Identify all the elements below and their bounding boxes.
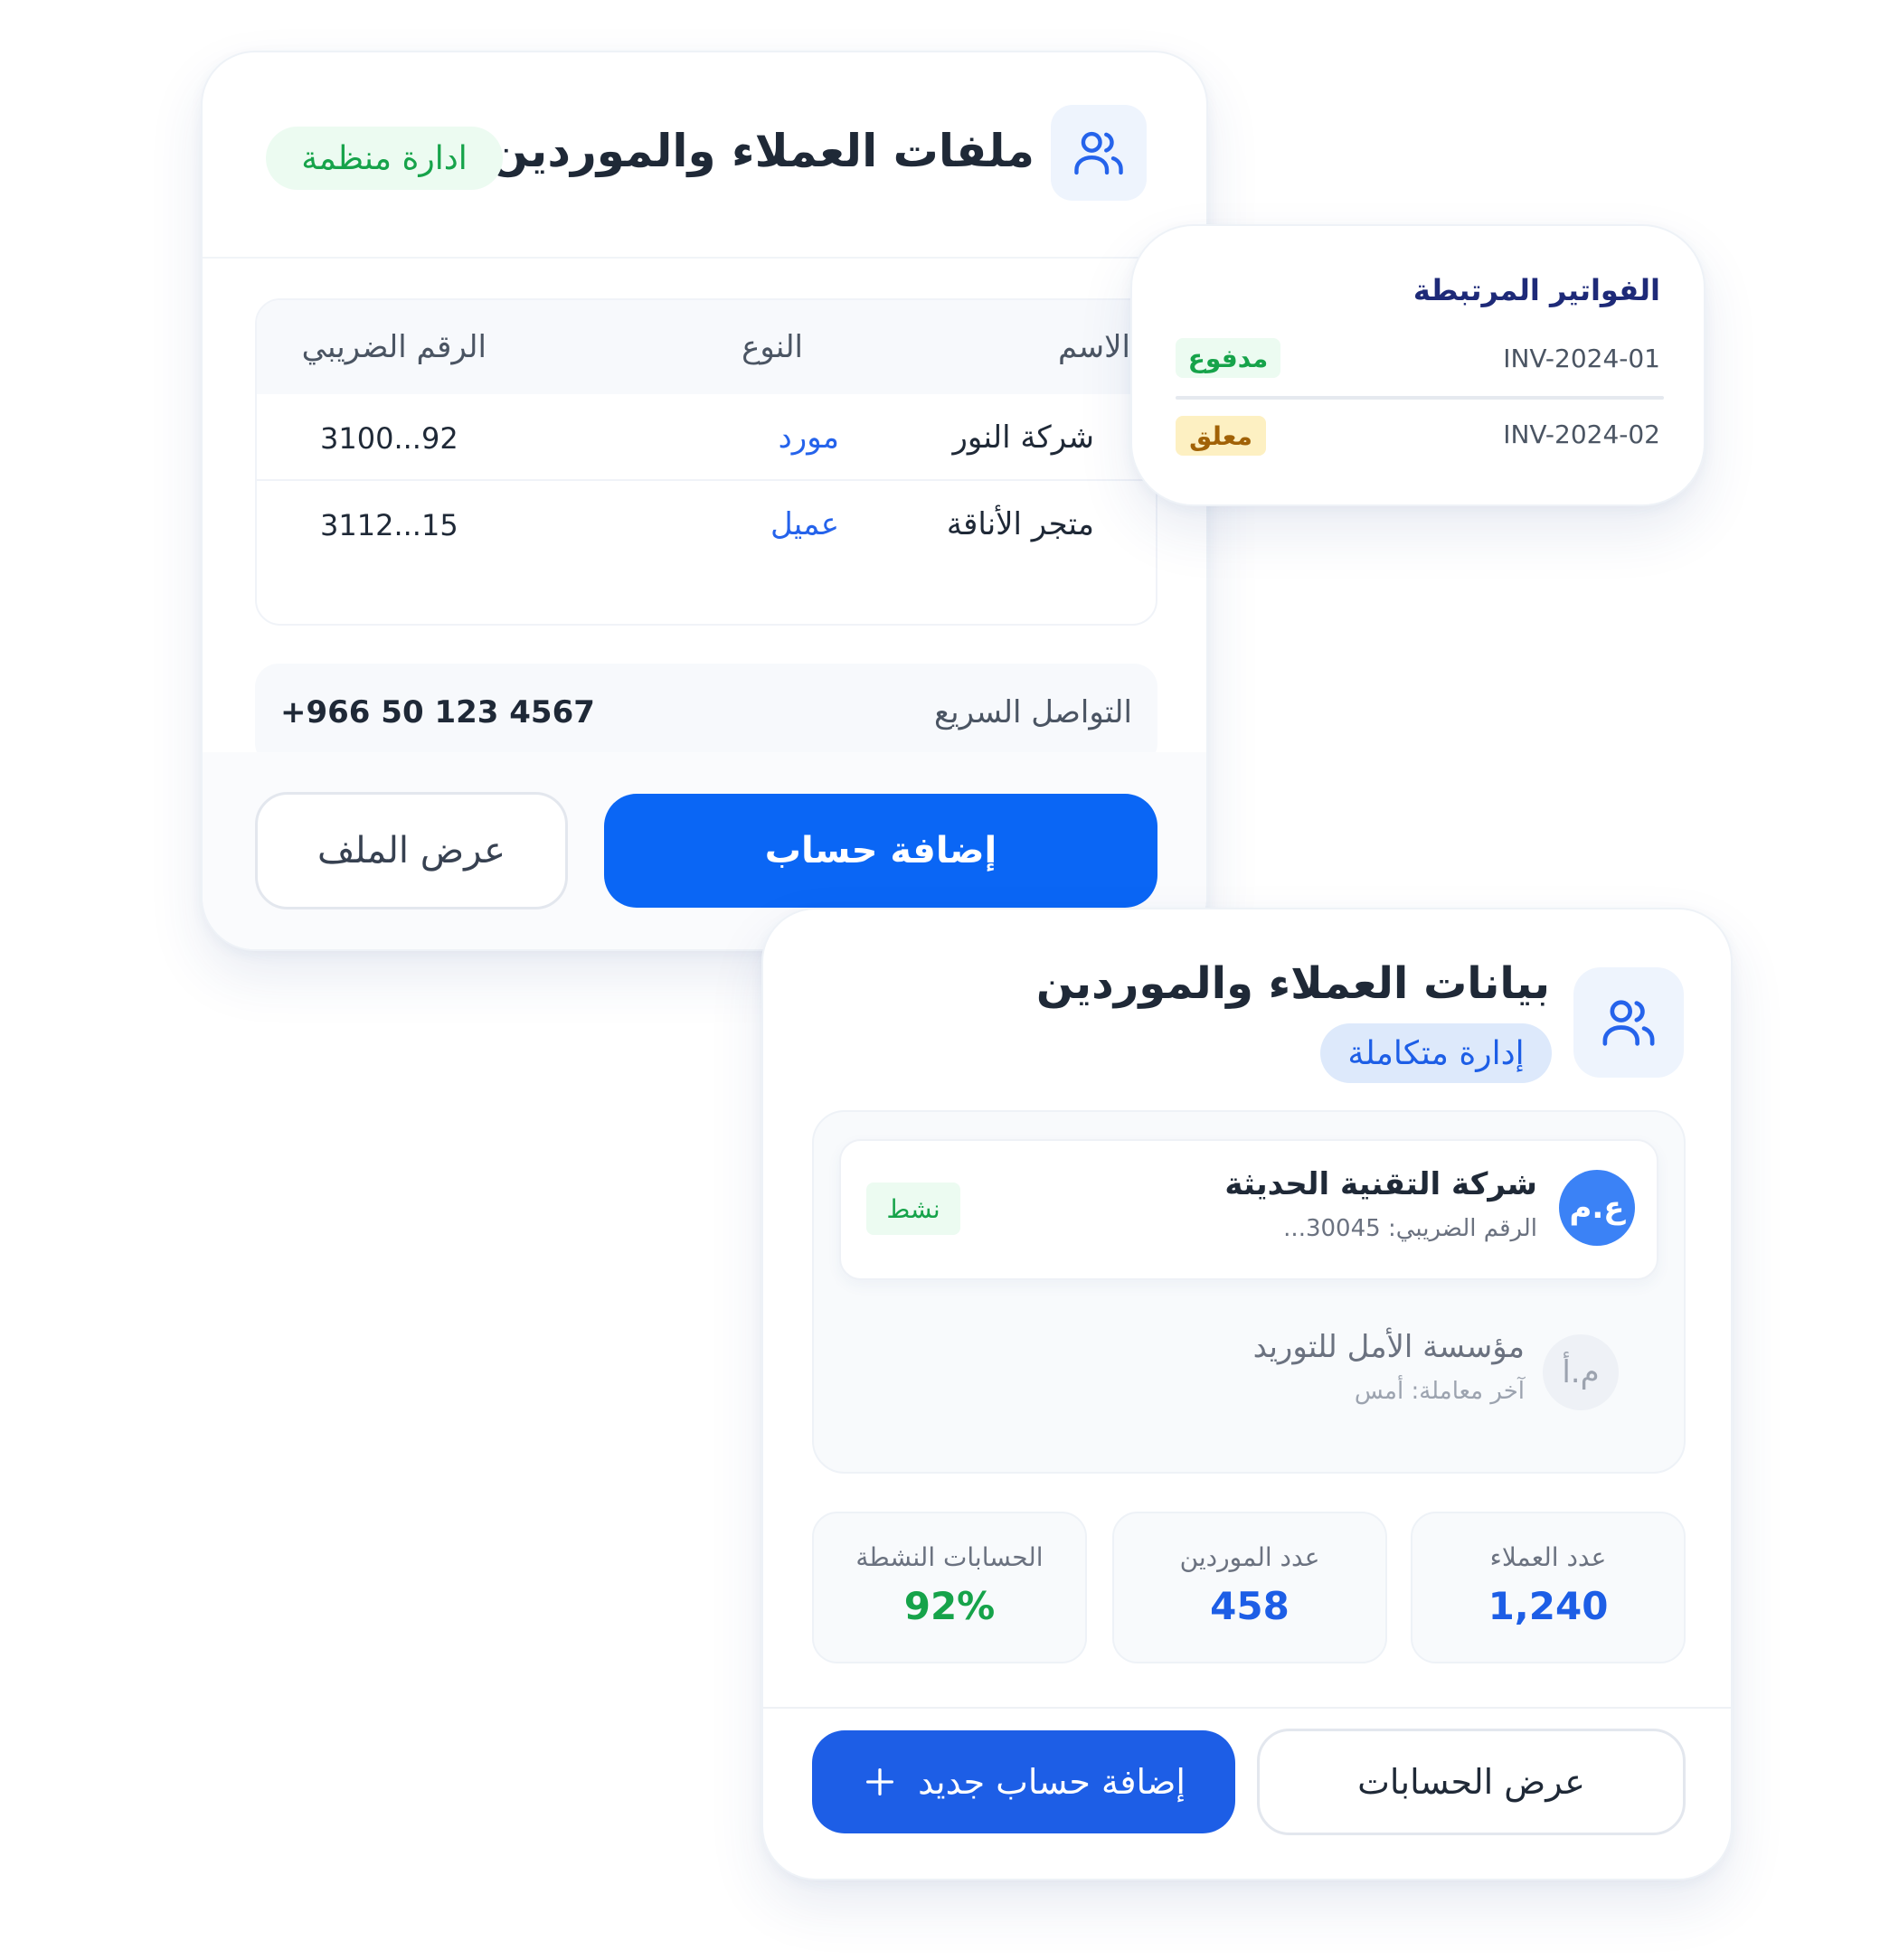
row-name: متجر الأناقة	[946, 506, 1094, 542]
invoice-status-pending: معلق	[1176, 416, 1266, 456]
invoice-id[interactable]: INV-2024-02	[1503, 419, 1660, 449]
account-meta: الرقم الضريبي: 30045...	[1283, 1215, 1537, 1242]
row-tax-number: 3100...92	[320, 421, 458, 456]
account-meta: آخر معاملة: أمس	[1354, 1378, 1525, 1405]
row-type: مورد	[778, 419, 839, 456]
divider	[203, 257, 1206, 259]
add-account-button[interactable]: إضافة حساب	[604, 794, 1157, 908]
row-tax-number: 3112...15	[320, 508, 458, 542]
stat-value: 92%	[903, 1584, 996, 1628]
table-row[interactable]: متجر الأناقة عميل 3112...15	[257, 481, 1156, 571]
profiles-table: الاسم النوع الرقم الضريبي شركة النور مور…	[255, 298, 1157, 626]
divider	[1176, 396, 1664, 400]
avatar: ع.م	[1559, 1170, 1635, 1246]
page-title: بيانات العملاء والموردين	[1035, 958, 1550, 1009]
column-header-tax: الرقم الضريبي	[301, 329, 487, 365]
data-card: بيانات العملاء والموردين إدارة متكاملة ع…	[761, 908, 1733, 1880]
stat-clients: عدد العملاء 1,240	[1411, 1512, 1686, 1663]
column-header-name: الاسم	[1058, 329, 1130, 365]
invoices-card: الفواتير المرتبطة INV-2024-01 مدفوع INV-…	[1130, 224, 1705, 506]
users-icon	[1573, 967, 1684, 1078]
invoices-title: الفواتير المرتبطة	[1412, 273, 1660, 307]
phone-number[interactable]: +966 50 123 4567	[280, 694, 595, 730]
list-item[interactable]: ع.م شركة التقنية الحديثة الرقم الضريبي: …	[839, 1139, 1658, 1280]
stat-value: 1,240	[1488, 1584, 1609, 1628]
stat-active-accounts: الحسابات النشطة 92%	[812, 1512, 1087, 1663]
add-new-account-label: إضافة حساب جديد	[918, 1762, 1186, 1802]
stat-suppliers: عدد الموردين 458	[1112, 1512, 1387, 1663]
users-icon	[1051, 105, 1147, 201]
status-badge: نشط	[866, 1183, 960, 1235]
status-badge: ادارة منظمة	[266, 127, 503, 190]
list-item[interactable]: م.أ مؤسسة الأمل للتوريد آخر معاملة: أمس	[839, 1307, 1658, 1448]
table-row[interactable]: شركة النور مورد 3100...92	[257, 394, 1156, 481]
stat-label: عدد العملاء	[1489, 1542, 1607, 1572]
avatar: م.أ	[1543, 1334, 1619, 1410]
add-new-account-button[interactable]: إضافة حساب جديد	[812, 1730, 1235, 1833]
invoice-id[interactable]: INV-2024-01	[1503, 344, 1660, 373]
profiles-card: ملفات العملاء والموردين ادارة منظمة الاس…	[201, 51, 1208, 951]
divider	[763, 1707, 1731, 1709]
account-name: شركة التقنية الحديثة	[1224, 1166, 1537, 1202]
invoice-status-paid: مدفوع	[1176, 338, 1280, 378]
stat-value: 458	[1210, 1584, 1290, 1628]
page-title: ملفات العملاء والموردين	[489, 125, 1035, 177]
quick-contact-label: التواصل السريع	[934, 694, 1132, 730]
column-header-type: النوع	[742, 329, 803, 365]
status-badge: إدارة متكاملة	[1320, 1023, 1552, 1083]
view-accounts-button[interactable]: عرض الحسابات	[1257, 1729, 1686, 1835]
stat-label: الحسابات النشطة	[855, 1542, 1044, 1572]
stat-label: عدد الموردين	[1179, 1542, 1320, 1572]
view-profile-button[interactable]: عرض الملف	[255, 792, 568, 909]
plus-icon	[862, 1764, 898, 1800]
account-name: مؤسسة الأمل للتوريد	[1252, 1329, 1525, 1365]
quick-contact: التواصل السريع +966 50 123 4567	[255, 664, 1157, 767]
row-type: عميل	[770, 506, 839, 542]
row-name: شركة النور	[952, 419, 1094, 456]
